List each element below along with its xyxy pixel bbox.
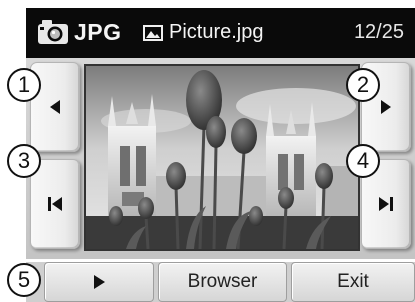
- camera-icon: [38, 20, 68, 44]
- image-preview: [84, 64, 360, 251]
- first-image-button[interactable]: [30, 159, 80, 249]
- triangle-right-icon: [381, 100, 391, 114]
- photo-viewer-screen: JPG Picture.jpg 12/25 Browser Exit 1 2 3…: [0, 0, 415, 302]
- photo-image: [86, 66, 358, 249]
- play-icon: [94, 275, 105, 289]
- exit-button[interactable]: Exit: [291, 262, 415, 302]
- callout-marker: 4: [346, 144, 380, 178]
- browser-button[interactable]: Browser: [158, 262, 287, 302]
- callout-marker: 5: [7, 263, 41, 297]
- triangle-left-icon: [50, 100, 60, 114]
- callout-marker: 2: [346, 68, 380, 102]
- image-file-icon: [143, 25, 163, 41]
- callout-marker: 3: [7, 144, 41, 178]
- image-counter: 12/25: [353, 21, 404, 43]
- callout-marker: 1: [7, 68, 41, 102]
- title-bar: JPG Picture.jpg 12/25: [26, 8, 415, 58]
- skip-last-icon: [379, 197, 393, 211]
- file-format-label: JPG: [74, 19, 122, 45]
- slideshow-play-button[interactable]: [44, 262, 154, 302]
- skip-first-icon: [48, 197, 62, 211]
- file-name: Picture.jpg: [169, 21, 264, 43]
